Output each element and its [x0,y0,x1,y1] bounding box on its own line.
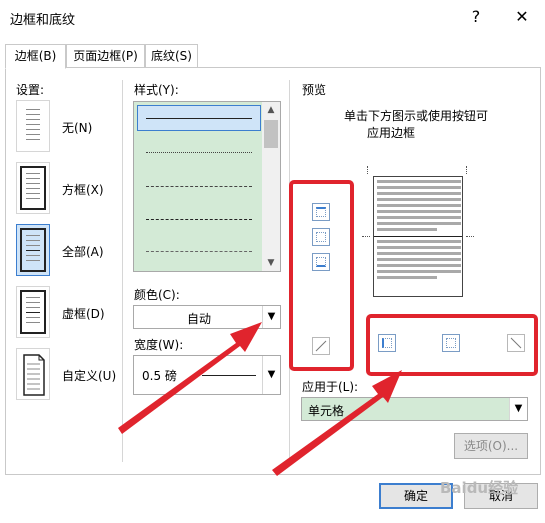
annotation-arrow-left [118,322,262,434]
tab-borders[interactable]: 边框(B) [5,44,66,69]
borders-and-shading-dialog: 边框和底纹 ? ✕ 边框(B) 页面边框(P) 底纹(S) 设置: 无(N) 方… [0,0,545,523]
annotation-arrow-right [272,370,402,476]
annotation-arrows [118,322,402,476]
